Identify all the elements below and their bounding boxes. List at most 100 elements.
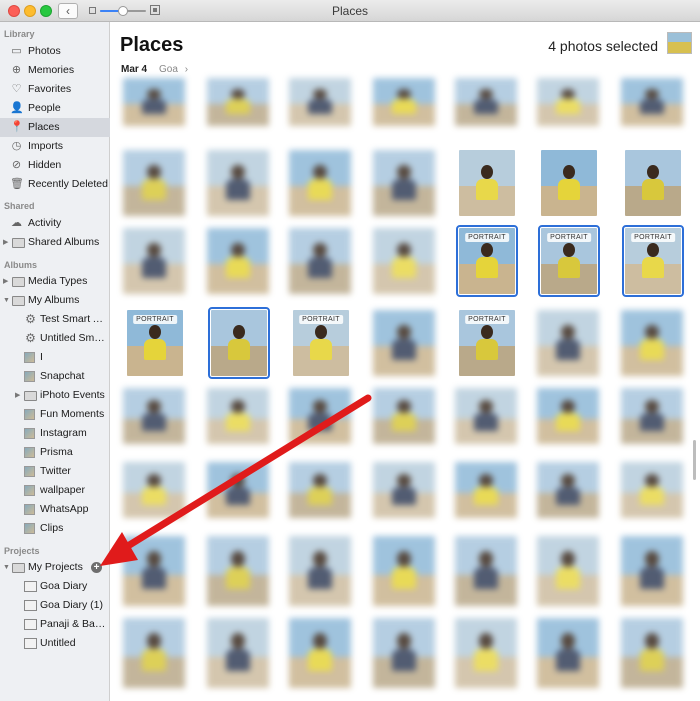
photo-thumbnail[interactable]	[207, 618, 269, 688]
photo-thumbnail[interactable]	[537, 462, 599, 518]
sidebar-item-favorites[interactable]: ♡ Favorites	[0, 80, 110, 99]
photo-thumbnail[interactable]	[373, 618, 435, 688]
sidebar-item-test-smart-album[interactable]: ⚙ Test Smart Album	[0, 310, 110, 329]
photo-thumbnail[interactable]	[537, 618, 599, 688]
photo-thumbnail[interactable]	[373, 462, 435, 518]
sidebar-item-hidden[interactable]: ⊘ Hidden	[0, 156, 110, 175]
photo-thumbnail[interactable]	[123, 618, 185, 688]
sidebar-item-goa-diary[interactable]: Goa Diary	[0, 577, 110, 596]
sidebar-item-activity[interactable]: ☁ Activity	[0, 214, 110, 233]
photo-thumbnail[interactable]: PORTRAIT	[538, 225, 600, 297]
photo-thumbnail[interactable]	[373, 536, 435, 606]
photo-thumbnail[interactable]	[123, 78, 185, 126]
disclosure-collapsed-icon[interactable]: ▶	[15, 386, 23, 405]
sidebar-item-photos[interactable]: ▭ Photos	[0, 42, 110, 61]
sidebar-item-people[interactable]: 👤 People	[0, 99, 110, 118]
photo-thumbnail[interactable]	[455, 78, 517, 126]
photo-thumbnail[interactable]	[621, 462, 683, 518]
sidebar-item-goa-diary-1[interactable]: Goa Diary (1)	[0, 596, 110, 615]
sidebar-item-clips[interactable]: Clips	[0, 519, 110, 538]
breadcrumb-place[interactable]: Goa ›	[159, 64, 188, 75]
photo-thumbnail[interactable]	[621, 310, 683, 376]
photo-thumbnail[interactable]	[537, 310, 599, 376]
photo-thumbnail[interactable]	[621, 536, 683, 606]
disclosure-expanded-icon[interactable]: ▼	[3, 291, 11, 310]
photo-thumbnail[interactable]	[289, 388, 351, 444]
sidebar-item-imports[interactable]: ◷ Imports	[0, 137, 110, 156]
sidebar-item-untitled[interactable]: Untitled	[0, 634, 110, 653]
photo-thumbnail[interactable]	[207, 228, 269, 294]
photo-person-head	[148, 324, 162, 340]
photo-thumbnail[interactable]	[208, 307, 270, 379]
photo-thumbnail[interactable]: PORTRAIT	[622, 225, 684, 297]
photo-thumbnail[interactable]	[373, 150, 435, 216]
photo-thumbnail[interactable]	[541, 150, 597, 216]
selection-thumbnail[interactable]	[667, 32, 692, 54]
photo-thumbnail[interactable]	[373, 78, 435, 126]
photo-thumbnail[interactable]: PORTRAIT	[459, 310, 515, 376]
photo-thumbnail[interactable]	[207, 536, 269, 606]
sidebar-item-prisma[interactable]: Prisma	[0, 443, 110, 462]
photo-thumbnail[interactable]	[621, 388, 683, 444]
photo-thumbnail[interactable]	[289, 618, 351, 688]
sidebar-item-untitled-smart-album[interactable]: ⚙ Untitled Smart Album	[0, 329, 110, 348]
sidebar-item-iphoto-events[interactable]: ▶ iPhoto Events	[0, 386, 110, 405]
photo-thumbnail[interactable]	[289, 150, 351, 216]
photo-thumbnail[interactable]	[123, 536, 185, 606]
sidebar-item-fun-moments[interactable]: Fun Moments	[0, 405, 110, 424]
photo-person-body	[475, 179, 499, 201]
photo-thumbnail[interactable]	[537, 78, 599, 126]
sidebar-item-media-types[interactable]: ▶ Media Types	[0, 272, 110, 291]
photo-thumbnail[interactable]	[123, 388, 185, 444]
photo-thumbnail[interactable]	[289, 228, 351, 294]
photo-thumbnail[interactable]	[621, 78, 683, 126]
photo-thumbnail[interactable]	[373, 310, 435, 376]
photo-thumbnail[interactable]	[207, 150, 269, 216]
breadcrumb-date[interactable]: Mar 4	[121, 64, 147, 75]
disclosure-expanded-icon[interactable]: ▼	[3, 558, 11, 577]
disclosure-collapsed-icon[interactable]: ▶	[3, 233, 11, 252]
photo-thumbnail[interactable]	[459, 150, 515, 216]
photo-thumbnail[interactable]	[207, 78, 269, 126]
sidebar-item-instagram[interactable]: Instagram	[0, 424, 110, 443]
scrollbar[interactable]	[693, 440, 696, 480]
photo-thumbnail[interactable]	[625, 150, 681, 216]
photo-thumbnail[interactable]	[455, 388, 517, 444]
photo-person-head	[147, 164, 161, 180]
photo-thumbnail[interactable]	[207, 388, 269, 444]
sidebar-item-places[interactable]: 📍 Places	[0, 118, 110, 137]
photo-thumbnail[interactable]	[621, 618, 683, 688]
photo-thumbnail[interactable]	[537, 536, 599, 606]
sidebar-item-panaji-baroda[interactable]: Panaji & Baroda	[0, 615, 110, 634]
sidebar-item-shared-albums[interactable]: ▶ Shared Albums	[0, 233, 110, 252]
photo-thumbnail[interactable]	[289, 536, 351, 606]
sidebar-item-i[interactable]: I	[0, 348, 110, 367]
sidebar-item-recently-deleted[interactable]: 🗑 Recently Deleted	[0, 175, 110, 194]
sidebar-item-wallpaper[interactable]: wallpaper	[0, 481, 110, 500]
photo-person-body	[639, 339, 665, 361]
photo-thumbnail[interactable]	[123, 150, 185, 216]
sidebar-item-label: Recently Deleted	[28, 178, 108, 190]
disclosure-collapsed-icon[interactable]: ▶	[3, 272, 11, 291]
photo-thumbnail[interactable]	[207, 462, 269, 518]
sidebar-item-twitter[interactable]: Twitter	[0, 462, 110, 481]
photo-thumbnail[interactable]	[455, 462, 517, 518]
sidebar-item-snapchat[interactable]: Snapchat	[0, 367, 110, 386]
photo-thumbnail[interactable]	[289, 78, 351, 126]
photo-thumbnail[interactable]: PORTRAIT	[456, 225, 518, 297]
photo-thumbnail[interactable]	[123, 462, 185, 518]
add-project-icon[interactable]: +	[91, 562, 102, 573]
photo-thumbnail[interactable]: PORTRAIT	[293, 310, 349, 376]
photo-thumbnail[interactable]	[455, 618, 517, 688]
sidebar-item-whatsapp[interactable]: WhatsApp	[0, 500, 110, 519]
photo-thumbnail[interactable]	[537, 388, 599, 444]
breadcrumb-place-label[interactable]: Goa	[159, 64, 178, 75]
photo-thumbnail[interactable]	[455, 536, 517, 606]
photo-thumbnail[interactable]	[373, 388, 435, 444]
sidebar-item-my-albums[interactable]: ▼ My Albums	[0, 291, 110, 310]
sidebar-item-memories[interactable]: ⊕ Memories	[0, 61, 110, 80]
photo-thumbnail[interactable]: PORTRAIT	[127, 310, 183, 376]
photo-thumbnail[interactable]	[289, 462, 351, 518]
photo-thumbnail[interactable]	[123, 228, 185, 294]
photo-thumbnail[interactable]	[373, 228, 435, 294]
